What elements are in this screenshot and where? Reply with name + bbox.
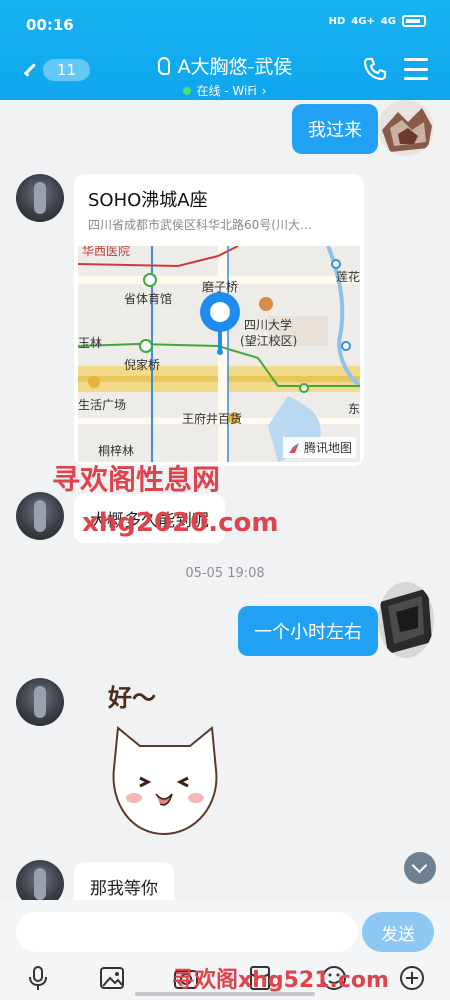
menu-line [404,58,428,61]
map-brand-text: 腾讯地图 [303,441,352,455]
input-bar: 发送 寻欢阁xhg521.com [0,900,450,1000]
ear-icon [157,56,170,75]
map-label-sports: 省体育馆 [124,292,173,306]
signal-4g: 4G [380,15,396,27]
chat-area[interactable]: 我过来 SOHO沸城A座 四川省成都市武侯区科华北路60号(川大… 华西医院 莲… [0,100,450,911]
location-card[interactable]: SOHO沸城A座 四川省成都市武侯区科华北路60号(川大… 华西医院 莲花 省体… [74,174,364,466]
tencent-map-icon [288,442,299,453]
back-chevron-icon [23,63,38,77]
status-bar: 00:16 HD 4G+ 4G [0,0,450,46]
status-time: 00:16 [26,16,74,34]
map-label-wangfujing: 王府井百货 [182,412,243,426]
cat-sticker-icon [112,726,218,836]
map-label-east: 东 [348,402,360,416]
message-timestamp: 05-05 19:08 [185,566,265,581]
chat-header: 00:16 HD 4G+ 4G 11 A大胸悠-武侯 在线 - WiFi › [0,0,450,100]
chat-title-area[interactable]: A大胸悠-武侯 在线 - WiFi › [120,52,330,99]
signal-4g-plus: 4G+ [351,15,375,27]
online-chevron-icon: › [261,83,267,98]
map-label-tongzi: 桐梓林 [98,444,135,458]
message-bubble-sent[interactable]: 一个小时左右 [238,606,378,656]
map-brand: 腾讯地图 [282,437,356,458]
map-label-lotus: 莲花 [336,270,360,284]
scroll-to-bottom-button[interactable] [404,852,436,884]
my-avatar-image [378,100,434,156]
my-avatar-image [378,582,434,658]
map-label-campus: (望江校区) [240,334,298,348]
hd-indicator: HD [328,15,346,27]
watermark-bottom-url: 寻欢阁xhg521.com [172,968,389,993]
map-label-hospital: 华西医院 [82,246,131,258]
chat-title: A大胸悠-武侯 [120,52,330,79]
contact-avatar[interactable] [16,492,64,540]
watermark-site-name: 寻欢阁性息网 [52,463,221,496]
unread-badge: 11 [42,59,90,81]
battery-icon [402,15,426,27]
menu-line [404,77,428,80]
back-button[interactable]: 11 [22,56,90,84]
contact-avatar[interactable] [16,678,64,726]
map-label-plaza: 生活广场 [78,398,127,412]
location-name: SOHO沸城A座 [88,190,208,211]
contact-name: A大胸悠-武侯 [177,56,293,78]
map-label-yulin: 玉林 [78,336,103,350]
online-status-text: 在线 - WiFi [196,84,257,98]
my-avatar[interactable] [378,582,434,658]
message-bubble-sent[interactable]: 我过来 [292,104,378,154]
message-input[interactable] [16,912,358,952]
menu-line [404,67,428,71]
online-dot-icon [183,86,192,95]
menu-button[interactable] [404,58,428,80]
image-icon[interactable] [98,964,126,992]
mic-icon[interactable] [24,964,52,992]
send-button[interactable]: 发送 [362,912,434,952]
my-avatar[interactable] [378,100,434,156]
map-label-nijia: 倪家桥 [124,358,161,372]
sticker-message[interactable]: 好～ [100,678,230,838]
contact-avatar[interactable] [16,174,64,222]
map-label-mozi: 磨子桥 [202,280,239,294]
home-indicator [135,992,315,996]
online-status: 在线 - WiFi › [120,82,330,99]
phone-button[interactable] [362,56,388,82]
plus-icon[interactable] [398,964,426,992]
phone-icon [363,57,387,81]
watermark-site-url: xhg2020.com [82,508,279,538]
status-indicators: HD 4G+ 4G [329,15,426,27]
location-address: 四川省成都市武侯区科华北路60号(川大… [88,218,312,232]
map-label-university: 四川大学 [244,318,293,332]
location-map[interactable]: 华西医院 莲花 省体育馆 磨子桥 四川大学 (望江校区) 玉林 倪家桥 生活广场… [78,246,360,462]
